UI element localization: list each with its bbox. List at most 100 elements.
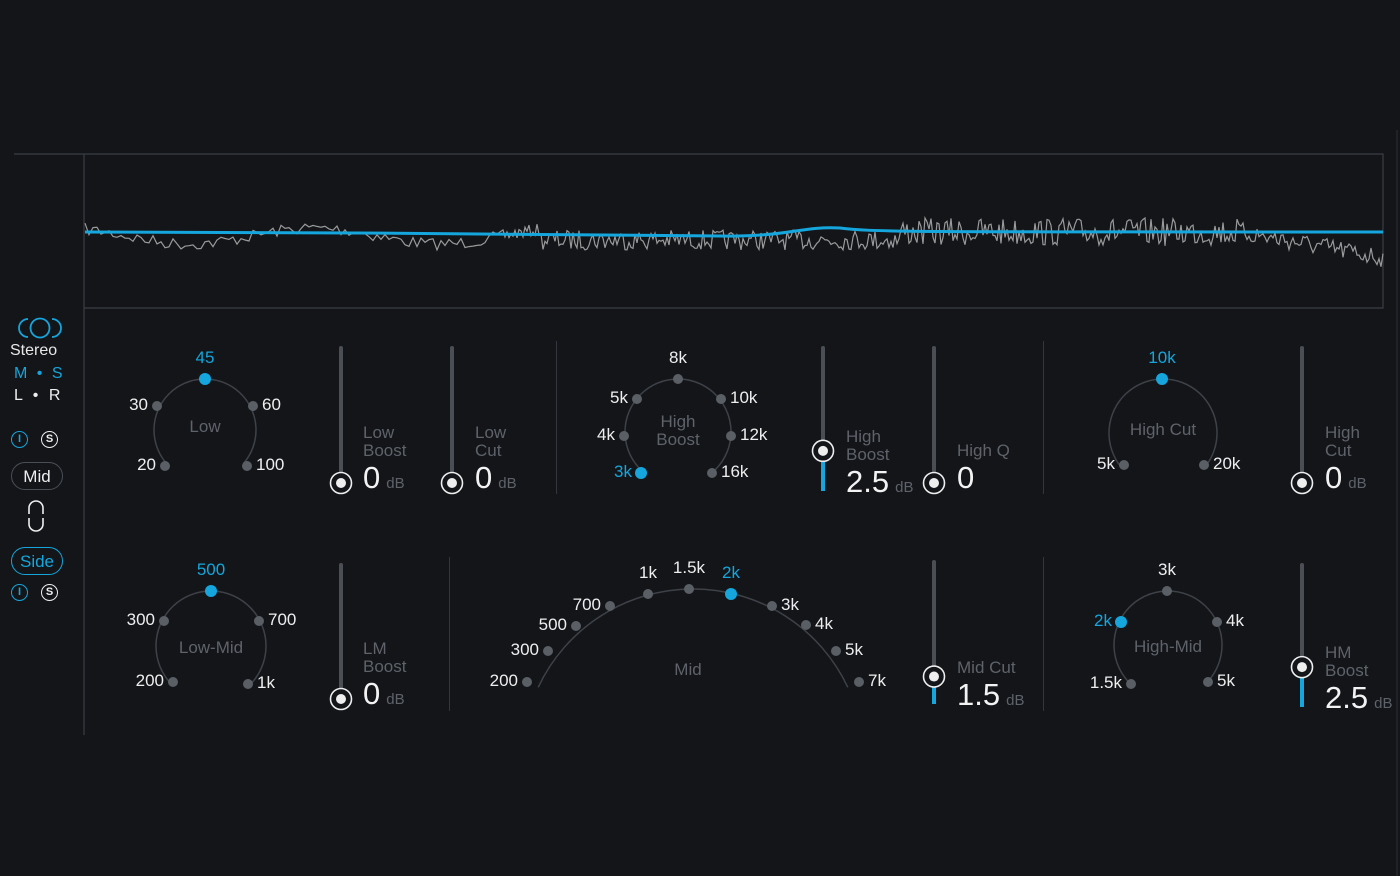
option-label[interactable]: 1k xyxy=(257,674,275,692)
mid-option-4k[interactable] xyxy=(801,620,811,630)
mid-option-1k[interactable] xyxy=(643,589,653,599)
option-label[interactable]: 200 xyxy=(490,672,518,690)
mid-power-icon[interactable]: I xyxy=(11,431,28,448)
mid-option-7k[interactable] xyxy=(854,677,864,687)
spectrum-trace xyxy=(84,215,1384,267)
mode-mid-side[interactable]: M • S xyxy=(14,365,63,383)
high-cut-slider-handle-dot xyxy=(1297,478,1307,488)
option-label[interactable]: 45 xyxy=(175,349,235,367)
option-label[interactable]: 10k xyxy=(1132,349,1192,367)
option-label[interactable]: 300 xyxy=(511,641,539,659)
low-mid-option-200[interactable] xyxy=(168,677,178,687)
option-label[interactable]: 5k xyxy=(610,389,628,407)
side-solo-icon[interactable]: S xyxy=(41,584,58,601)
hm-boost-slider-value: 2.5 dB xyxy=(1325,680,1392,719)
high-cut-option-10k[interactable] xyxy=(1156,373,1168,385)
low-option-45[interactable] xyxy=(199,373,211,385)
ms-dot: • xyxy=(36,365,43,382)
option-label[interactable]: 8k xyxy=(648,349,708,367)
option-label[interactable]: 1.5k xyxy=(1090,674,1122,692)
option-label[interactable]: 20 xyxy=(137,456,156,474)
value-unit: dB xyxy=(386,691,405,708)
value-number: 2.5 xyxy=(846,464,890,499)
lm-boost-slider-handle-dot xyxy=(336,694,346,704)
mid-option-5k[interactable] xyxy=(831,646,841,656)
option-label[interactable]: 5k xyxy=(1217,672,1235,690)
low-boost-slider-value: 0 dB xyxy=(363,462,405,499)
high-mid-option-4k[interactable] xyxy=(1212,617,1222,627)
option-label[interactable]: 16k xyxy=(721,463,748,481)
option-label[interactable]: 2k xyxy=(701,564,761,582)
option-label[interactable]: 3k xyxy=(614,463,632,481)
mid-solo-icon[interactable]: S xyxy=(41,431,58,448)
low-cut-slider-label: Low Cut xyxy=(475,423,507,460)
mid-option-2k[interactable] xyxy=(725,588,737,600)
lm-boost-slider-label: LM Boost xyxy=(363,639,407,676)
high-mid-option-3k[interactable] xyxy=(1162,586,1172,596)
m-label: M xyxy=(14,365,28,382)
low-mid-option-700[interactable] xyxy=(254,616,264,626)
high-cut-slider-value: 0 dB xyxy=(1325,462,1367,499)
low-mid-option-300[interactable] xyxy=(159,616,169,626)
option-label[interactable]: 5k xyxy=(1097,455,1115,473)
mode-left-right[interactable]: L • R xyxy=(14,387,60,405)
option-label[interactable]: 500 xyxy=(539,616,567,634)
option-label[interactable]: 20k xyxy=(1213,455,1240,473)
low-option-100[interactable] xyxy=(242,461,252,471)
high-cut-option-5k[interactable] xyxy=(1119,460,1129,470)
mid-option-200[interactable] xyxy=(522,677,532,687)
option-label[interactable]: 30 xyxy=(129,396,148,414)
mid-button[interactable]: Mid xyxy=(11,462,63,490)
mid-option-300[interactable] xyxy=(543,646,553,656)
value-unit: dB xyxy=(498,475,517,492)
option-label[interactable]: 4k xyxy=(815,615,833,633)
option-label[interactable]: 500 xyxy=(181,561,241,579)
option-label[interactable]: 300 xyxy=(127,611,155,629)
low-option-20[interactable] xyxy=(160,461,170,471)
hm-boost-slider-label: HM Boost xyxy=(1325,643,1369,680)
option-label[interactable]: 4k xyxy=(597,426,615,444)
option-label[interactable]: 60 xyxy=(262,396,281,414)
mid-option-500[interactable] xyxy=(571,621,581,631)
high-boost-option-10k[interactable] xyxy=(716,394,726,404)
option-label[interactable]: 7k xyxy=(868,672,886,690)
high-cut-option-20k[interactable] xyxy=(1199,460,1209,470)
option-label[interactable]: 3k xyxy=(781,596,799,614)
option-label[interactable]: 700 xyxy=(573,596,601,614)
side-button[interactable]: Side xyxy=(11,547,63,575)
mid-option-3k[interactable] xyxy=(767,601,777,611)
value-unit: dB xyxy=(386,475,405,492)
mid-cut-slider-label: Mid Cut xyxy=(957,658,1016,677)
high-boost-option-5k[interactable] xyxy=(632,394,642,404)
l-label: L xyxy=(14,387,23,404)
stereo-link-icon[interactable] xyxy=(17,317,63,339)
high-mid-option-5k[interactable] xyxy=(1203,677,1213,687)
option-label[interactable]: 3k xyxy=(1137,561,1197,579)
high-boost-option-8k[interactable] xyxy=(673,374,683,384)
mid-option-1.5k[interactable] xyxy=(684,584,694,594)
low-mid-option-1k[interactable] xyxy=(243,679,253,689)
low-option-30[interactable] xyxy=(152,401,162,411)
high-boost-slider-handle-dot xyxy=(818,445,828,456)
low-mid-option-500[interactable] xyxy=(205,585,217,597)
side-power-icon[interactable]: I xyxy=(11,584,28,601)
s-label: S xyxy=(51,365,63,382)
mid-option-700[interactable] xyxy=(605,601,615,611)
high-boost-option-16k[interactable] xyxy=(707,468,717,478)
option-label[interactable]: 10k xyxy=(730,389,757,407)
option-label[interactable]: 12k xyxy=(740,426,767,444)
high-boost-option-3k[interactable] xyxy=(635,467,647,479)
option-label[interactable]: 200 xyxy=(136,672,164,690)
hm-boost-slider-handle-dot xyxy=(1297,662,1307,673)
option-label[interactable]: 2k xyxy=(1094,612,1112,630)
option-label[interactable]: 700 xyxy=(268,611,296,629)
option-label[interactable]: 5k xyxy=(845,641,863,659)
high-mid-option-2k[interactable] xyxy=(1115,616,1127,628)
high-q-slider-value: 0 xyxy=(957,462,974,493)
value-number: 2.5 xyxy=(1325,680,1369,715)
option-label[interactable]: 100 xyxy=(256,456,284,474)
low-option-60[interactable] xyxy=(248,401,258,411)
high-mid-option-1.5k[interactable] xyxy=(1126,679,1136,689)
link-icon[interactable] xyxy=(27,500,45,537)
option-label[interactable]: 4k xyxy=(1226,612,1244,630)
